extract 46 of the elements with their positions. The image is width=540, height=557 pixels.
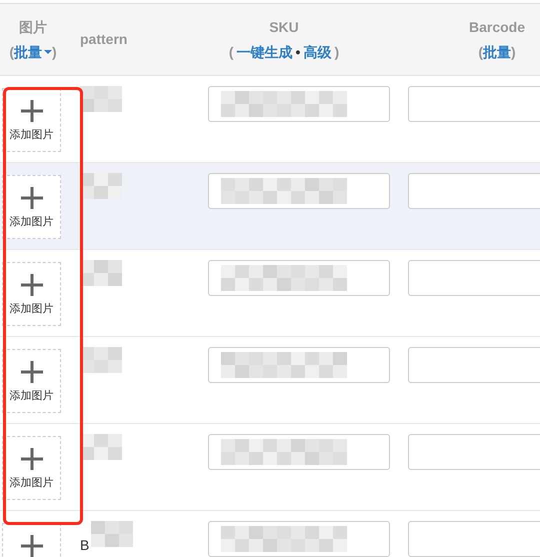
barcode-input-field[interactable]	[408, 521, 540, 557]
caret-icon	[44, 50, 52, 54]
column-header: Barcode	[468, 18, 526, 36]
parenthesis: )	[511, 42, 516, 62]
batch-link[interactable]: 批量	[483, 42, 511, 62]
pattern-text: B	[80, 536, 90, 555]
blurred-text-drawing	[80, 260, 122, 286]
barcode-input-field[interactable]	[408, 86, 540, 122]
blurred-text-drawing	[80, 347, 122, 373]
plus-icon	[20, 186, 44, 210]
barcode-input-field[interactable]	[408, 347, 540, 383]
parenthesis: (	[478, 42, 483, 62]
barcode-input-field[interactable]	[408, 260, 540, 296]
advanced-link[interactable]: 高级	[303, 42, 332, 62]
barcode-input-field[interactable]	[408, 173, 540, 209]
sku-input-field[interactable]	[208, 434, 390, 470]
add-image-button[interactable]: 添加图片	[2, 349, 61, 413]
blurred-text-drawing	[80, 173, 122, 199]
plus-icon	[20, 534, 44, 557]
blurred-text-drawing	[80, 434, 122, 460]
plus-icon	[20, 273, 44, 297]
add-image-button[interactable]: 添加图片	[2, 175, 61, 239]
add-image-button[interactable]: 添加图片	[2, 88, 61, 152]
column-header: pattern	[80, 30, 128, 49]
add-image-button[interactable]: 添加图片	[2, 262, 61, 326]
sku-input-field[interactable]	[208, 86, 390, 122]
plus-icon	[20, 360, 44, 384]
sku-input-field[interactable]	[208, 521, 390, 557]
generate-link[interactable]: 一键生成	[236, 42, 293, 62]
batch-dropdown-link[interactable]: 批量	[14, 42, 52, 62]
parenthesis: (	[9, 42, 14, 62]
blurred-text-drawing	[91, 521, 134, 547]
column-header: 图片	[19, 18, 47, 36]
plus-icon	[20, 99, 44, 123]
parenthesis: )	[52, 42, 57, 62]
sku-input-field[interactable]	[208, 260, 390, 296]
plus-icon	[20, 447, 44, 471]
sku-input-field[interactable]	[208, 347, 390, 383]
add-image-button[interactable]: 添加图片	[2, 436, 61, 500]
parenthesis: )	[334, 42, 340, 62]
separator-dot: •	[296, 42, 300, 62]
barcode-input-field[interactable]	[408, 434, 540, 470]
sku-input-field[interactable]	[208, 173, 390, 209]
column-header: SKU	[269, 18, 299, 36]
parenthesis: (	[228, 42, 234, 62]
blurred-text-drawing	[80, 86, 122, 112]
